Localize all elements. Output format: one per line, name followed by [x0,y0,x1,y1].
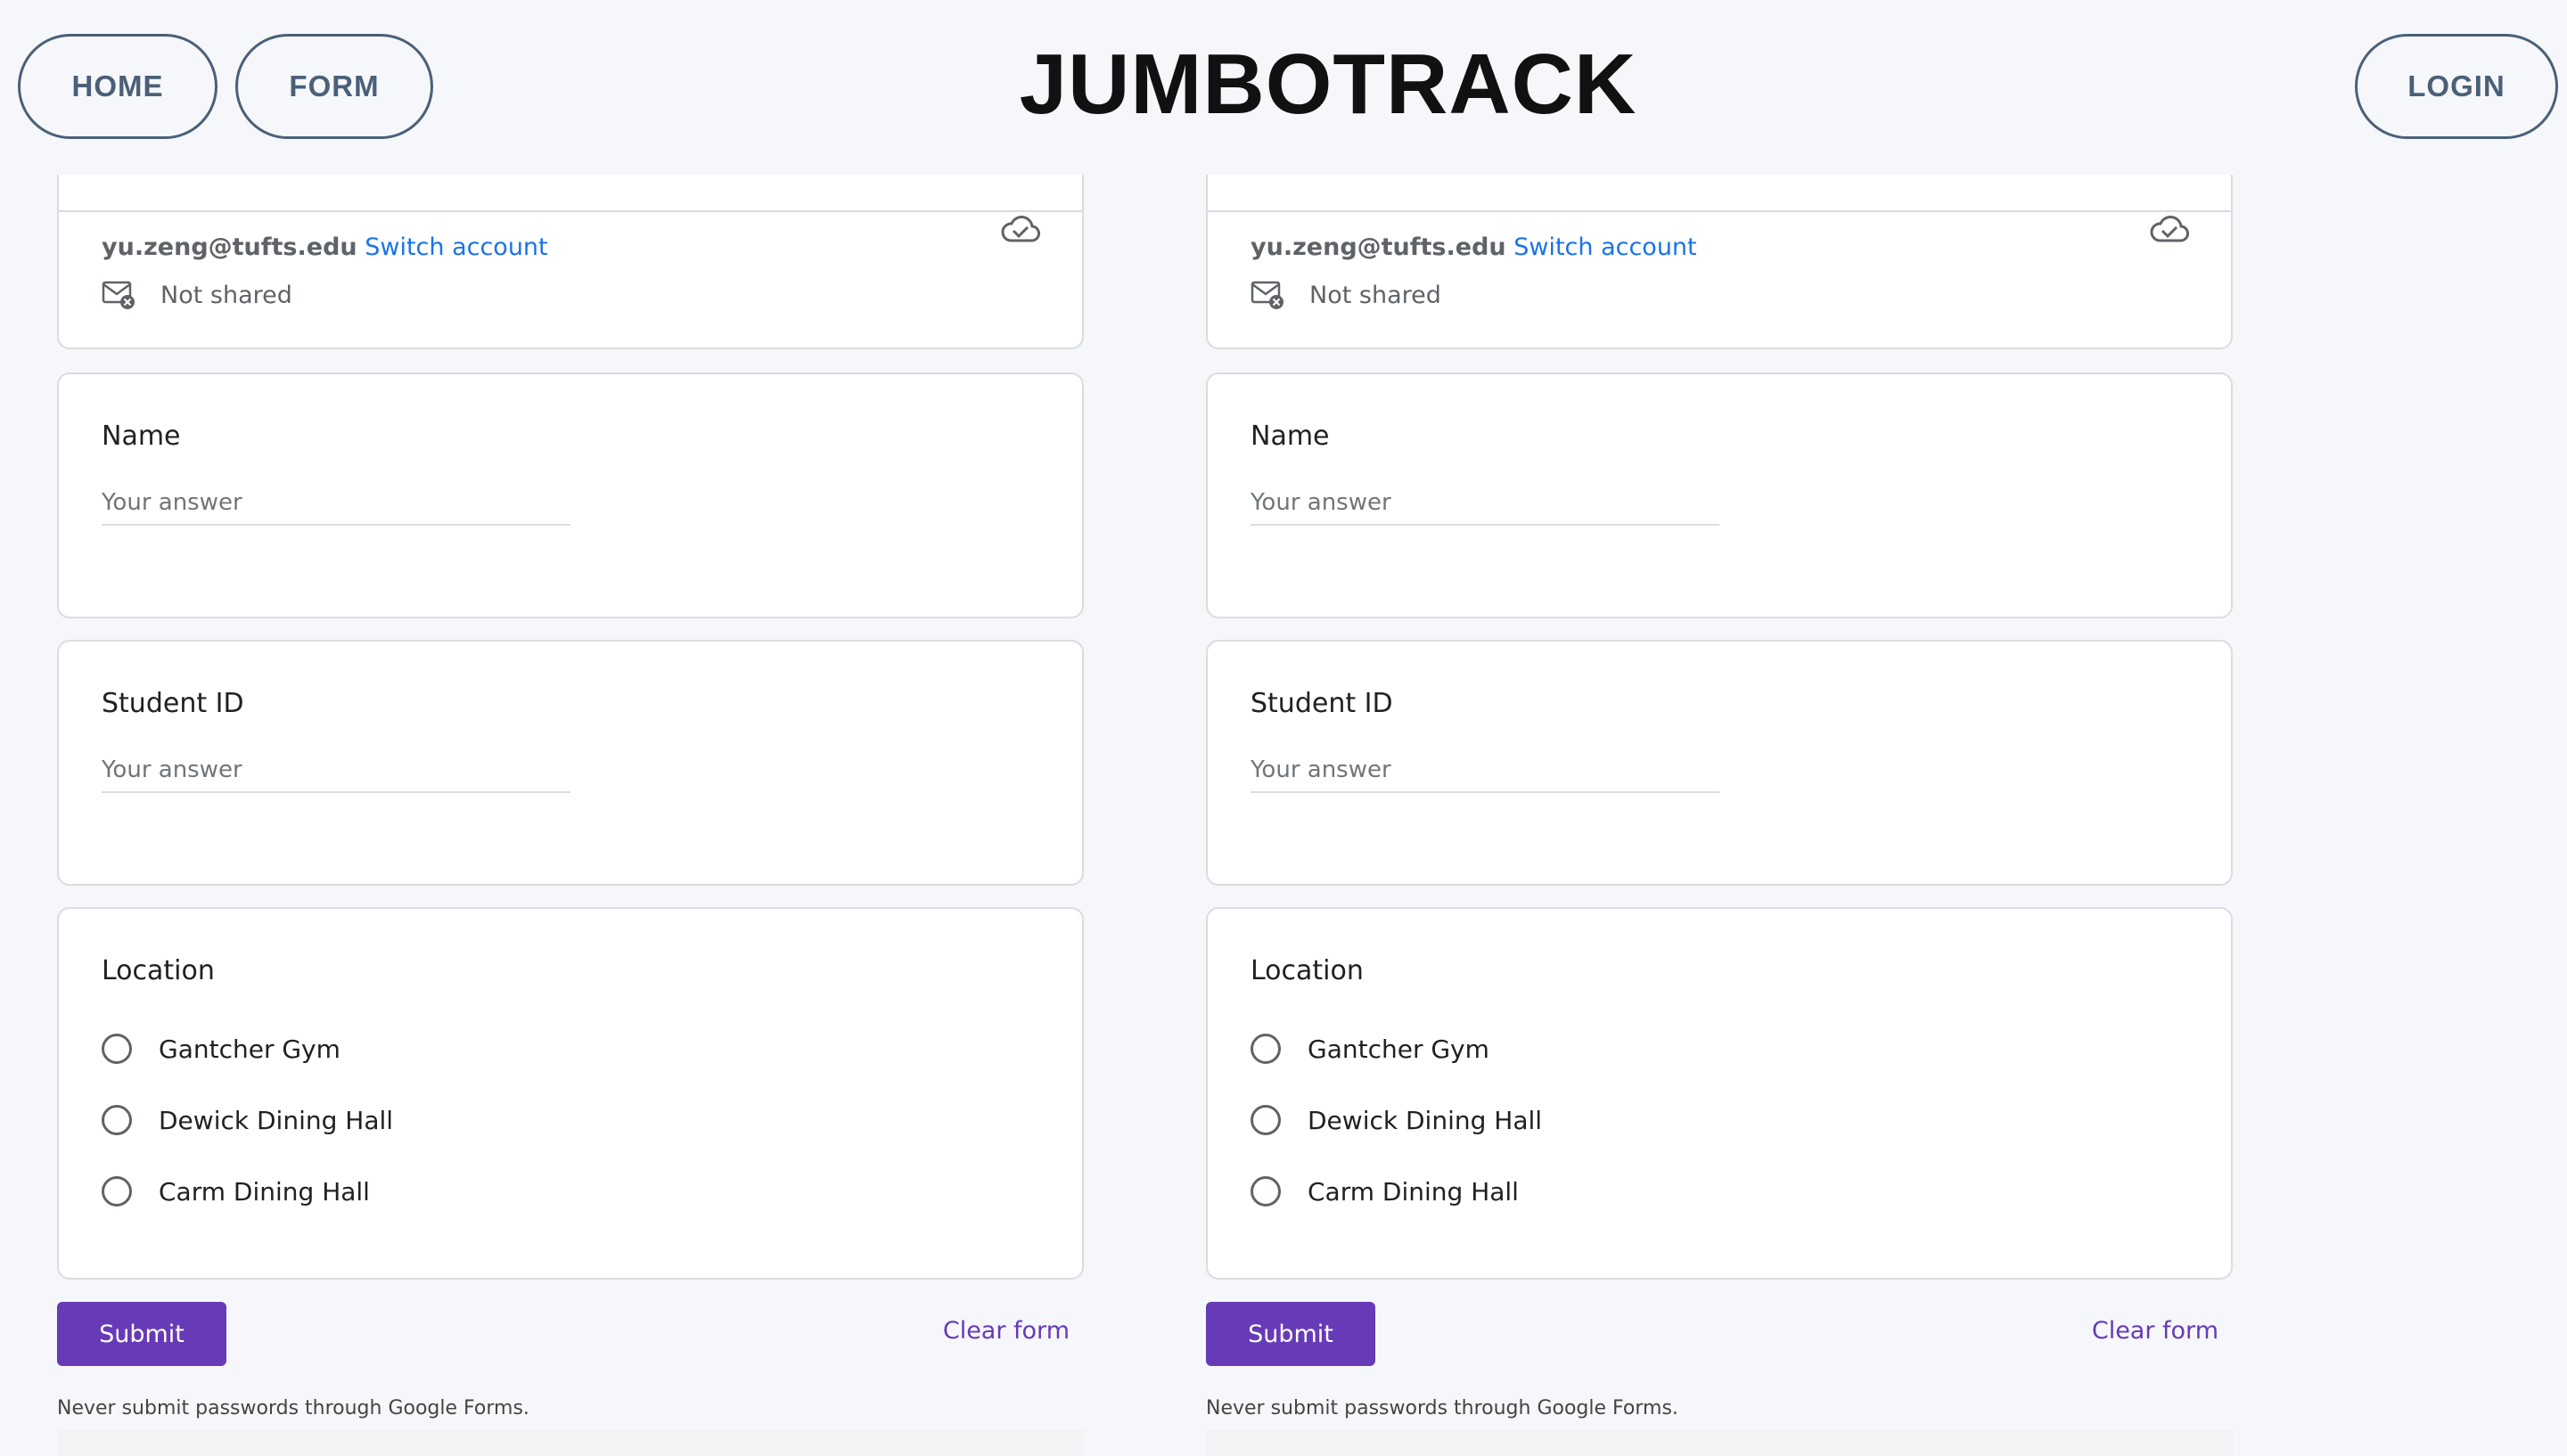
location-question-card: Location Gantcher Gym Dewick Dining Hall… [1206,907,2233,1280]
account-email: yu.zeng@tufts.edu [102,233,357,261]
account-row: yu.zeng@tufts.edu Switch account [1251,232,1697,264]
question-title: Location [1251,955,1364,986]
name-question-card: Name [57,372,1084,618]
submit-button[interactable]: Submit [1206,1302,1375,1366]
radio-unchecked-icon[interactable] [1251,1176,1281,1207]
shared-label: Not shared [1309,281,1441,309]
shared-label: Not shared [160,281,292,309]
clear-form-link[interactable]: Clear form [2092,1317,2218,1345]
switch-account-link[interactable]: Switch account [1513,233,1696,261]
footer-strip [1206,1429,2233,1456]
option-label: Dewick Dining Hall [1308,1105,1543,1135]
password-warning: Never submit passwords through Google Fo… [57,1397,529,1419]
location-option[interactable]: Carm Dining Hall [102,1176,370,1207]
question-title: Student ID [1251,688,1393,719]
radio-unchecked-icon[interactable] [102,1034,132,1064]
option-label: Gantcher Gym [1308,1034,1489,1064]
option-label: Carm Dining Hall [159,1176,370,1207]
option-label: Gantcher Gym [159,1034,340,1064]
student-id-question-card: Student ID [57,640,1084,886]
question-title: Student ID [102,688,244,719]
password-warning: Never submit passwords through Google Fo… [1206,1397,1678,1419]
login-button[interactable]: LOGIN [2355,34,2558,139]
name-input[interactable] [1251,481,1719,526]
shared-status: Not shared [102,280,292,310]
submit-button[interactable]: Submit [57,1302,226,1366]
mail-not-shared-icon [102,281,135,309]
site-header: HOME FORM JUMBOTRACK LOGIN [0,0,2567,175]
location-question-card: Location Gantcher Gym Dewick Dining Hall… [57,907,1084,1280]
location-option[interactable]: Dewick Dining Hall [102,1105,393,1135]
divider [59,210,1082,212]
footer-strip [57,1429,1084,1456]
divider [1208,210,2231,212]
radio-unchecked-icon[interactable] [1251,1034,1281,1064]
cloud-saved-icon [1001,216,1040,242]
radio-unchecked-icon[interactable] [102,1105,132,1135]
shared-status: Not shared [1251,280,1441,310]
question-title: Name [1251,421,1330,452]
account-email: yu.zeng@tufts.edu [1251,233,1506,261]
location-option[interactable]: Gantcher Gym [1251,1034,1489,1064]
location-option[interactable]: Dewick Dining Hall [1251,1105,1542,1135]
radio-unchecked-icon[interactable] [102,1176,132,1207]
question-title: Name [102,421,181,452]
radio-unchecked-icon[interactable] [1251,1105,1281,1135]
option-label: Carm Dining Hall [1308,1176,1519,1207]
mail-not-shared-icon [1251,281,1284,309]
student-id-input[interactable] [1251,748,1719,793]
name-input[interactable] [102,481,570,526]
account-card: yu.zeng@tufts.edu Switch account Not sha… [57,148,1084,349]
student-id-question-card: Student ID [1206,640,2233,886]
location-option[interactable]: Gantcher Gym [102,1034,340,1064]
account-card: yu.zeng@tufts.edu Switch account Not sha… [1206,148,2233,349]
name-question-card: Name [1206,372,2233,618]
account-row: yu.zeng@tufts.edu Switch account [102,232,548,264]
student-id-input[interactable] [102,748,570,793]
site-title: JUMBOTRACK [1019,37,1637,132]
clear-form-link[interactable]: Clear form [943,1317,1070,1345]
cloud-saved-icon [2150,216,2189,242]
option-label: Dewick Dining Hall [159,1105,394,1135]
question-title: Location [102,955,215,986]
location-option[interactable]: Carm Dining Hall [1251,1176,1519,1207]
switch-account-link[interactable]: Switch account [365,233,547,261]
